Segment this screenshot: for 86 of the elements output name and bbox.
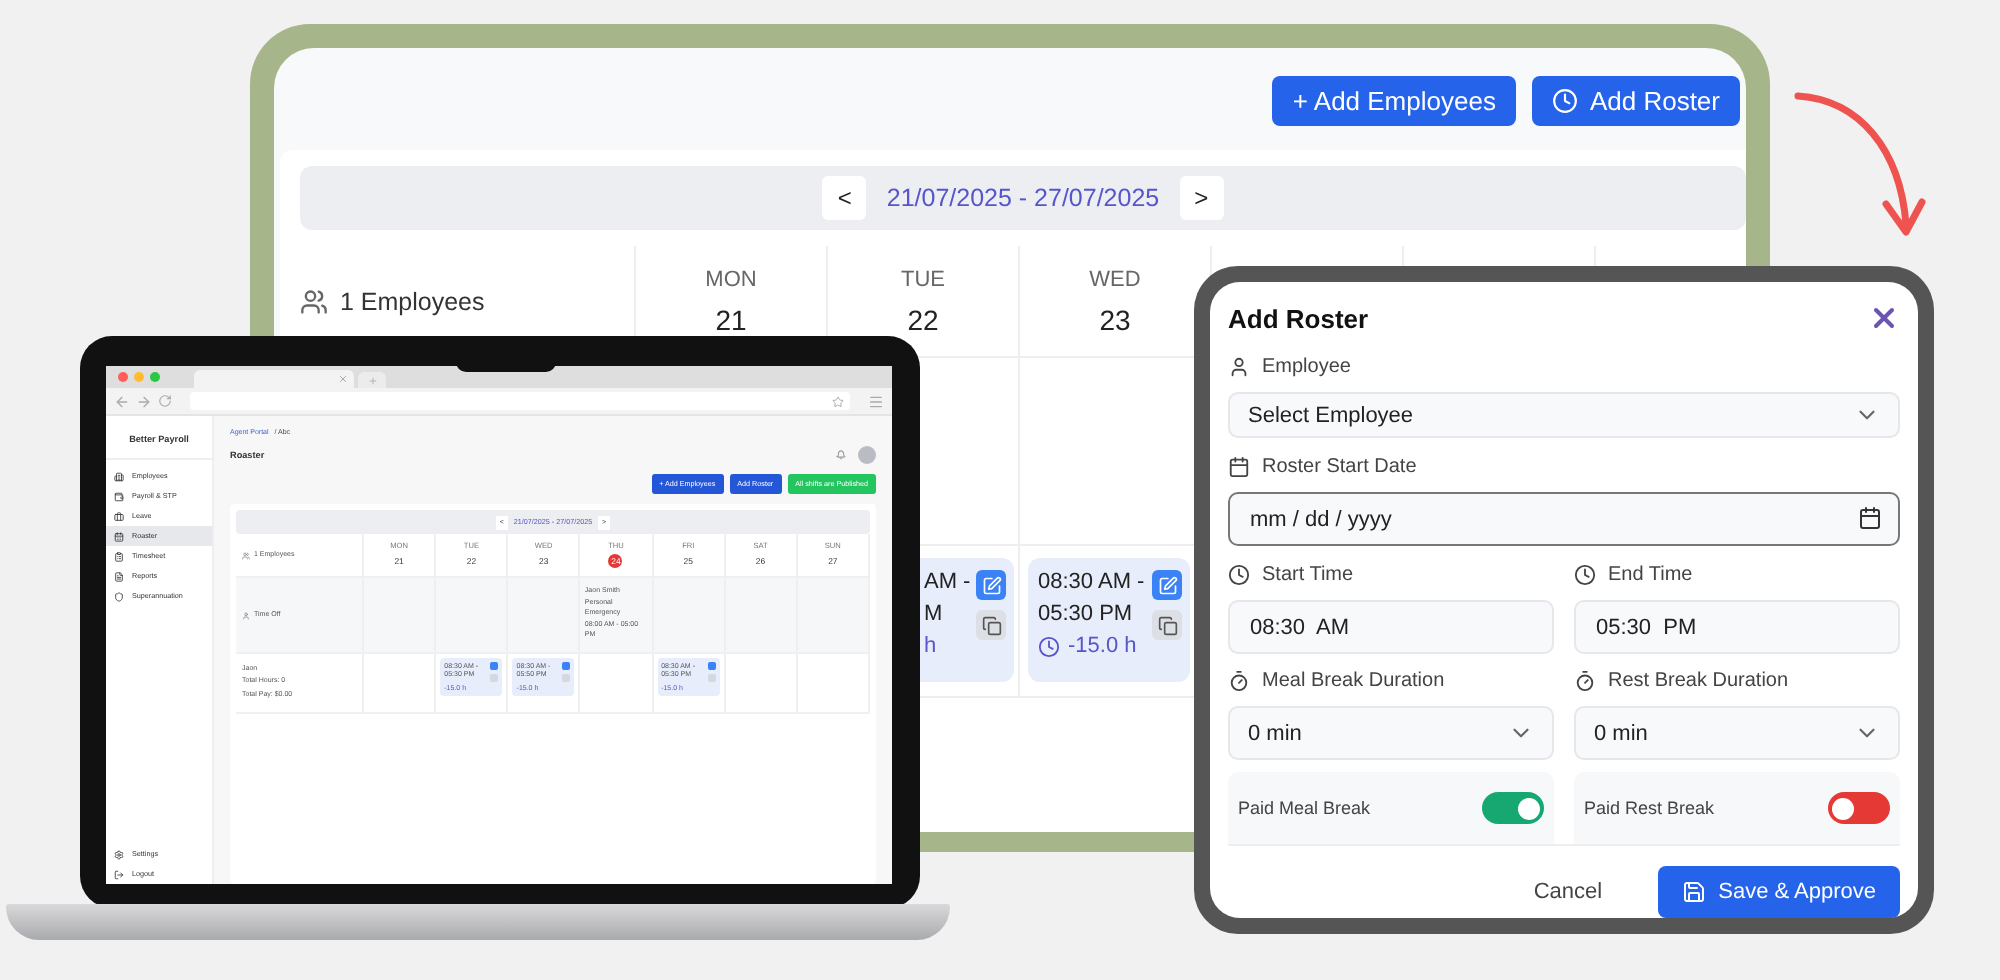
toggle-switch[interactable] [1828,792,1890,824]
star-icon[interactable] [832,395,844,407]
save-icon [1682,880,1707,904]
date-field[interactable]: mm / dd / yyyy [1228,492,1900,546]
employee-count: 1 Employees [340,287,485,315]
new-tab-button[interactable] [358,372,386,388]
forward-icon[interactable] [136,393,152,409]
menu-icon[interactable] [868,393,884,409]
field-label: Employee [1262,356,1351,378]
user-icon [1228,356,1250,378]
field-label: Roster Start Date [1262,456,1417,478]
copy-icon [981,615,1002,635]
close-button[interactable] [1868,302,1900,334]
user-icon [242,611,250,619]
shift-hours: h [924,634,937,658]
date-range: 21/07/2025 - 27/07/2025 [886,184,1160,212]
settings-icon [114,849,124,859]
calendar-icon[interactable] [1858,506,1882,530]
shift-time: M [924,602,945,626]
copy-button[interactable] [1152,610,1182,640]
field-label: Rest Break Duration [1608,670,1789,692]
shift-time: 05:30 PM [1038,602,1135,626]
timer-icon [1574,670,1596,692]
shift-time: AM - [924,570,971,594]
back-icon[interactable] [114,393,130,409]
time-field[interactable]: 05:30 PM [1574,600,1900,654]
edit-button[interactable] [976,570,1007,600]
briefcase-icon [114,511,124,521]
calendar-icon [1228,456,1250,478]
document-icon [114,571,124,581]
next-week-button[interactable]: > [1179,176,1224,220]
copy-icon [1157,615,1177,635]
day-name: WED [1089,267,1141,291]
edit-button[interactable] [707,662,716,670]
users-icon [242,551,250,559]
plus-icon [367,375,377,385]
previous-week-button[interactable]: < [822,176,867,220]
duration-select[interactable]: 0 min [1574,706,1900,760]
copy-button[interactable] [976,610,1007,640]
day-date: 22 [907,303,939,335]
shift-card[interactable]: 08:30 AM - 05:30 PM -15.0 h [1028,558,1190,682]
edit-icon [981,575,1002,595]
edit-button[interactable] [1152,570,1182,600]
clock-icon [1551,88,1578,114]
minimize-dot [134,372,144,382]
reload-icon[interactable] [158,394,172,408]
day-name: MON [705,267,757,291]
clipboard-icon [114,551,124,561]
day-date: 23 [1099,303,1131,335]
shift-card[interactable]: AM - M h [920,558,1014,682]
wallet-icon [114,491,124,501]
close-dot [118,372,128,382]
field-label: Start Time [1262,564,1354,586]
timer-icon [1228,670,1250,692]
shield-icon [114,591,124,601]
toggle-label: Paid Meal Break [1238,798,1371,818]
add-roster-button[interactable]: Add Roster [1531,76,1740,126]
shift-time: 08:30 AM - [1038,570,1146,594]
logout-icon [114,869,124,879]
edit-button[interactable] [562,662,571,670]
clock-icon [1574,564,1596,586]
employee-select[interactable]: Select Employee [1228,392,1900,438]
day-name: TUE [901,267,945,291]
dialog-title: Add Roster [1228,303,1369,333]
calendar-icon [114,531,124,541]
toggle-label: Paid Rest Break [1584,798,1715,818]
close-icon [1868,302,1900,334]
edit-button[interactable] [490,662,499,670]
field-label: End Time [1608,564,1693,586]
cancel-button[interactable]: Cancel [1509,866,1627,918]
day-date: 21 [715,303,747,335]
clock-icon [1038,635,1060,657]
bell-icon[interactable] [836,450,846,460]
users-icon [300,287,328,315]
field-label: Meal Break Duration [1262,670,1445,692]
clock-icon [1228,564,1250,586]
building-icon [114,471,124,481]
shift-hours: -15.0 h [1068,634,1137,658]
add-employees-button[interactable]: + Add Employees [1272,76,1516,126]
toggle-switch[interactable] [1482,792,1544,824]
time-field[interactable]: 08:30 AM [1228,600,1554,654]
save-approve-button[interactable]: Save & Approve [1658,866,1900,918]
edit-icon [1157,575,1177,595]
maximize-dot [150,372,160,382]
duration-select[interactable]: 0 min [1228,706,1554,760]
avatar[interactable] [858,446,876,464]
